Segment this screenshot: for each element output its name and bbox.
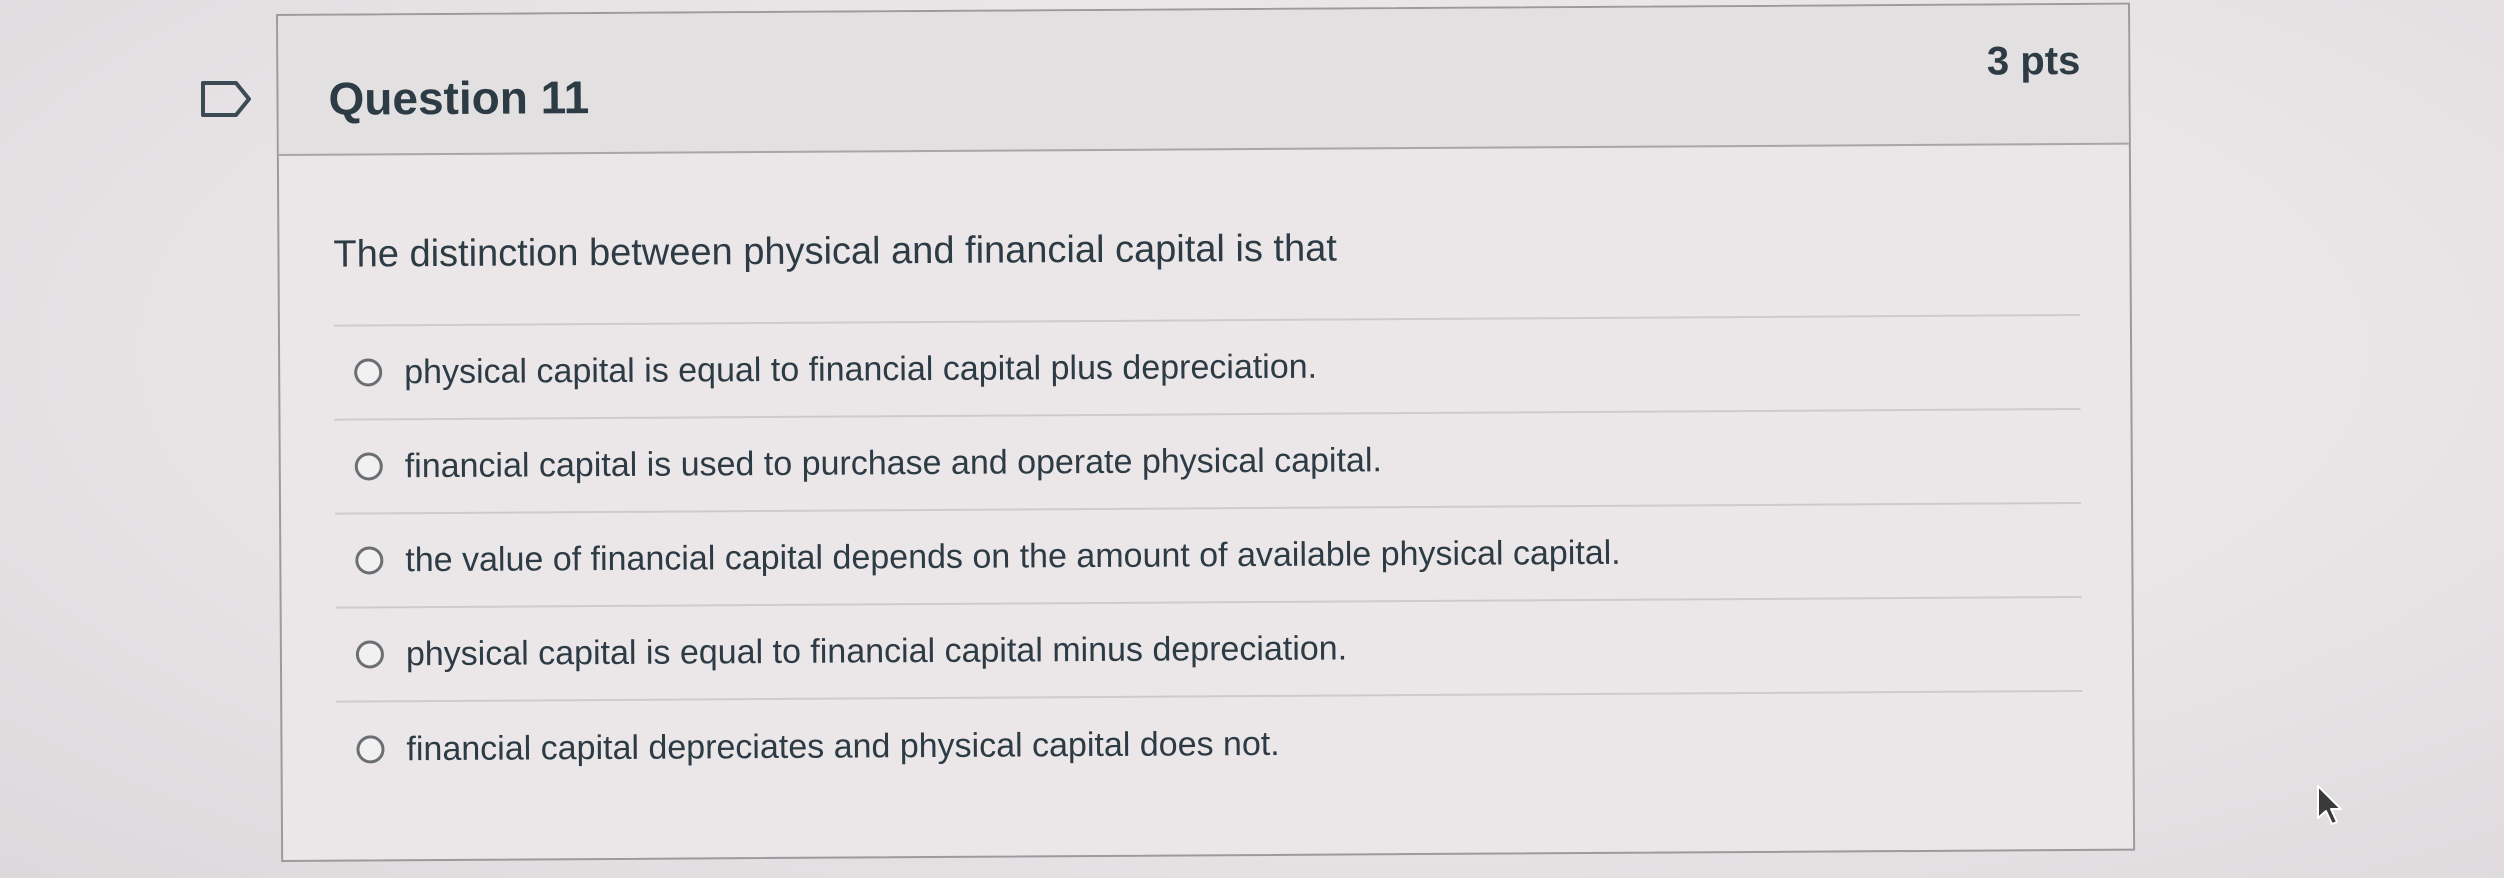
radio-button[interactable] [354,452,383,481]
question-header: Question 11 3 pts [278,4,2129,156]
question-card: Question 11 3 pts The distinction betwee… [276,2,2136,862]
answer-option[interactable]: financial capital depreciates and physic… [336,692,2083,797]
answer-option[interactable]: financial capital is used to purchase an… [334,409,2082,515]
answer-label: financial capital is used to purchase an… [404,440,1383,485]
radio-button[interactable] [356,735,385,764]
question-text: The distinction between physical and fin… [333,222,2080,327]
radio-button[interactable] [354,358,383,387]
flag-question-icon[interactable] [200,80,252,118]
radio-button[interactable] [355,640,384,669]
mouse-cursor-icon [2317,785,2342,825]
question-points: 3 pts [1986,38,2081,84]
radio-button[interactable] [355,546,384,575]
answer-option[interactable]: physical capital is equal to financial c… [333,315,2081,421]
answer-option[interactable]: physical capital is equal to financial c… [335,597,2083,703]
question-body: The distinction between physical and fin… [279,145,2133,797]
question-title: Question 11 [328,71,590,125]
answer-label: the value of financial capital depends o… [405,533,1621,579]
answer-list: physical capital is equal to financial c… [333,315,2083,797]
answer-option[interactable]: the value of financial capital depends o… [335,503,2082,609]
answer-label: physical capital is equal to financial c… [405,628,1348,673]
answer-label: physical capital is equal to financial c… [404,347,1318,391]
answer-label: financial capital depreciates and physic… [406,724,1280,768]
